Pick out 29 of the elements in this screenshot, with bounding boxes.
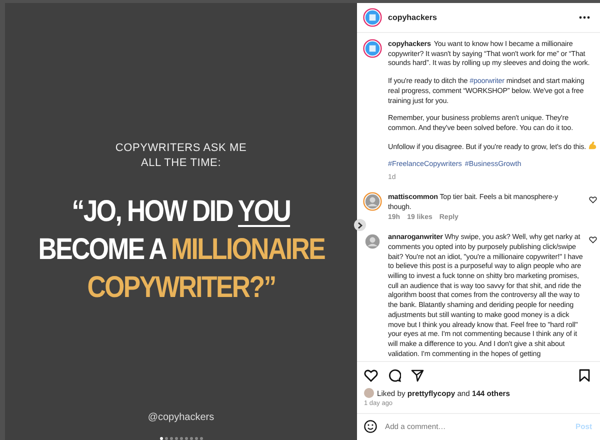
carousel-dot[interactable] — [170, 437, 172, 440]
post-kicker-text: COPYWRITERS ASK ME ALL THE TIME: — [115, 141, 247, 171]
heart-icon[interactable] — [589, 236, 597, 244]
carousel-dot[interactable] — [160, 437, 162, 440]
carousel-dot[interactable] — [180, 437, 182, 440]
carousel-dot[interactable] — [184, 437, 188, 440]
headline-text: BECOME A MILLIONAIRE — [38, 232, 324, 268]
next-button[interactable] — [354, 219, 366, 231]
carousel-dot[interactable] — [200, 437, 202, 440]
emoji-icon[interactable] — [364, 420, 377, 433]
share-icon[interactable] — [411, 369, 424, 382]
bookmark-icon[interactable] — [579, 369, 590, 382]
brand-avatar-icon[interactable] — [363, 39, 382, 58]
user-avatar-icon[interactable] — [363, 192, 382, 211]
more-options-icon[interactable] — [579, 16, 590, 19]
headline-text: COPYWRITER?” — [86, 270, 276, 306]
headline-text: “JO, HOW DID YOU — [72, 194, 290, 230]
comment-icon[interactable] — [388, 369, 401, 382]
carousel-dot[interactable] — [194, 437, 198, 440]
carousel-dot[interactable] — [164, 437, 168, 440]
chevron-right-icon — [357, 222, 363, 228]
post-handle-text: @copyhackers — [148, 412, 214, 423]
user-avatar-icon — [364, 388, 374, 398]
carousel-dot[interactable] — [174, 437, 178, 440]
brand-avatar-icon[interactable] — [363, 8, 382, 27]
username-link[interactable]: copyhackers — [388, 13, 573, 22]
carousel-dot[interactable] — [190, 437, 192, 440]
heart-icon[interactable] — [364, 369, 378, 382]
heart-icon[interactable] — [589, 196, 597, 204]
